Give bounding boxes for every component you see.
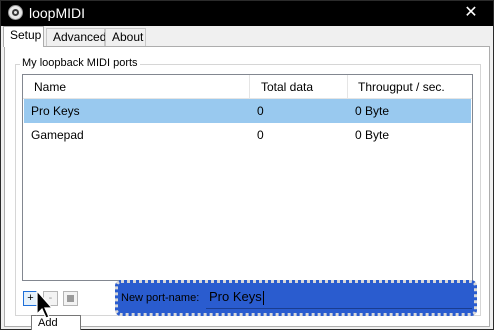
window-title: loopMIDI — [29, 5, 86, 21]
text-caret — [262, 290, 264, 305]
column-header-name[interactable]: Name — [23, 75, 250, 99]
loopmidi-app-icon — [8, 5, 23, 20]
port-name: Pro Keys — [31, 104, 80, 118]
tab-setup[interactable]: Setup — [3, 26, 44, 47]
tab-strip: Setup Advanced About — [1, 26, 493, 47]
port-name: Gamepad — [31, 128, 84, 142]
ports-group-label: My loopback MIDI ports — [20, 57, 140, 69]
new-port-name-value: Pro Keys — [209, 289, 262, 304]
new-port-name-label: New port-name: — [121, 292, 200, 304]
port-total-data: 0 — [257, 104, 264, 118]
ports-list[interactable]: Name Total data Througput / sec. Pro Key… — [22, 74, 473, 281]
port-total-data: 0 — [257, 128, 264, 142]
port-row[interactable]: Gamepad 0 0 Byte — [24, 123, 471, 147]
mouse-pointer-icon — [36, 290, 54, 319]
stop-button[interactable] — [63, 291, 78, 306]
column-header-throughput[interactable]: Througput / sec. — [348, 75, 472, 99]
new-port-name-field[interactable]: Pro Keys — [206, 287, 472, 309]
tab-about[interactable]: About — [105, 28, 146, 47]
tab-advanced[interactable]: Advanced — [46, 28, 106, 47]
port-throughput: 0 Byte — [355, 104, 390, 118]
column-header-total-data[interactable]: Total data — [250, 75, 348, 99]
title-bar[interactable]: loopMIDI ✕ — [1, 1, 493, 26]
ports-list-header: Name Total data Througput / sec. — [23, 75, 472, 99]
stop-icon — [67, 295, 74, 302]
close-button[interactable]: ✕ — [453, 1, 489, 26]
port-throughput: 0 Byte — [355, 128, 390, 142]
port-row[interactable]: Pro Keys 0 0 Byte — [24, 99, 471, 123]
